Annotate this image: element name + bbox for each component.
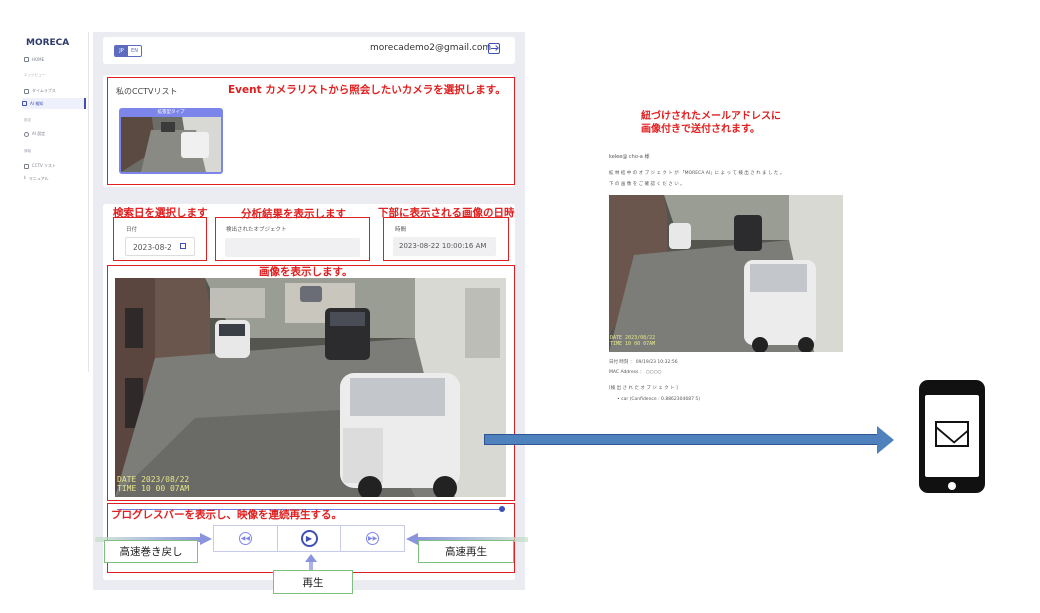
annotation-date-select: 検索日を選択します xyxy=(113,207,208,219)
sidebar-item-label: HOME xyxy=(32,56,45,62)
annotation-box-analysis xyxy=(215,217,370,261)
email-attached-image: DATE 2023/08/22 TIME 10 00 07AM xyxy=(609,195,843,352)
language-toggle[interactable]: JP EN xyxy=(114,45,142,57)
label-play: 再生 xyxy=(273,570,353,594)
sidebar-section-edge: エッジビュー xyxy=(24,73,45,77)
sidebar-item-label: マニュアル xyxy=(28,176,49,181)
lang-jp-button[interactable]: JP xyxy=(115,46,128,56)
annotation-image-display: 画像を表示します。 xyxy=(259,266,353,278)
sidebar-item-cctv-list[interactable]: CCTV リスト xyxy=(24,162,56,170)
download-icon: ⭳ xyxy=(24,175,26,181)
annotation-box-image-time xyxy=(383,217,509,261)
email-greeting: kelee@ cho-a 様 xyxy=(609,154,650,160)
annotation-box-date xyxy=(113,217,207,261)
sidebar-item-label: タイムラプス xyxy=(32,88,56,93)
email-objects-title: [検 出 さ れ た オ ブ ジ ェ ク ト ] xyxy=(609,386,678,391)
sidebar-item-home[interactable]: HOME xyxy=(24,55,44,63)
logout-icon[interactable] xyxy=(488,43,500,54)
annotation-email-note: 紐づけされたメールアドレスに 画像付きで送付されます。 xyxy=(641,111,781,135)
email-image xyxy=(609,195,843,352)
sidebar-item-label: CCTV リスト xyxy=(32,163,57,168)
sidebar-item-manual[interactable]: ⭳ マニュアル xyxy=(24,175,49,183)
home-button xyxy=(948,482,956,490)
email-mac-address: MAC Address ： ○○○○ xyxy=(609,370,662,375)
annotation-box-image xyxy=(107,265,515,501)
annotation-analysis: 分析結果を表示します xyxy=(241,208,346,220)
active-indicator xyxy=(84,98,86,109)
sidebar: MORECA HOME エッジビュー タイムラプス AI 検知 設定 AI 設定… xyxy=(16,32,89,372)
rewind-arrow-head xyxy=(200,533,212,545)
sidebar-item-ai-settings[interactable]: AI 設定 xyxy=(24,130,45,138)
annotation-camera-select: Event カメラリストから照会したいカメラを選択します。 xyxy=(228,84,506,96)
mail-icon xyxy=(935,421,969,447)
calendar-icon xyxy=(24,88,29,94)
sidebar-item-timelapse[interactable]: タイムラプス xyxy=(24,87,56,95)
account-email: morecademo2@gmail.com xyxy=(370,43,492,53)
lang-en-button[interactable]: EN xyxy=(128,46,141,56)
email-object-item: • car (Confidence : 0.8862304687 5) xyxy=(617,397,701,402)
smartphone-screen xyxy=(925,395,979,477)
label-forward: 高速再生 xyxy=(418,540,514,563)
list-icon xyxy=(24,163,29,169)
send-arrow xyxy=(484,434,879,445)
play-arrow xyxy=(309,561,313,570)
send-arrow-head xyxy=(877,426,894,454)
email-image-time-stamp: TIME 10 00 07AM xyxy=(610,341,656,347)
annotation-progress-play: プログレスバーを表示し、映像を連続再生する。 xyxy=(111,509,342,521)
email-detect-time: 日付 時刻 ： 09/19/23 10:32:56 xyxy=(609,360,678,365)
email-body-line-2: 下 の 画 像 を ご 確 認 く だ さ い 。 xyxy=(609,182,685,187)
sidebar-item-label: AI 検知 xyxy=(30,100,44,106)
sidebar-section-settings: 設定 xyxy=(24,118,31,122)
smartphone xyxy=(919,380,985,493)
annotation-image-time: 下部に表示される画像の日時 xyxy=(378,207,515,219)
play-arrow-head xyxy=(305,554,317,562)
sidebar-item-label: AI 設定 xyxy=(32,131,46,136)
brand-logo: MORECA xyxy=(26,38,70,48)
email-body-line-1: 拡 林 結 中 の オ ブ ジ ェ ク ト が 「MORECA AI」に よ っ… xyxy=(609,171,785,176)
sidebar-section-info: 情報 xyxy=(24,149,31,153)
gear-icon xyxy=(24,131,29,137)
label-rewind: 高速巻き戻し xyxy=(104,540,198,563)
forward-arrow-head xyxy=(406,533,418,545)
camera-icon xyxy=(22,101,27,106)
sidebar-item-ai-detect[interactable]: AI 検知 xyxy=(22,98,86,109)
home-icon xyxy=(24,56,29,62)
